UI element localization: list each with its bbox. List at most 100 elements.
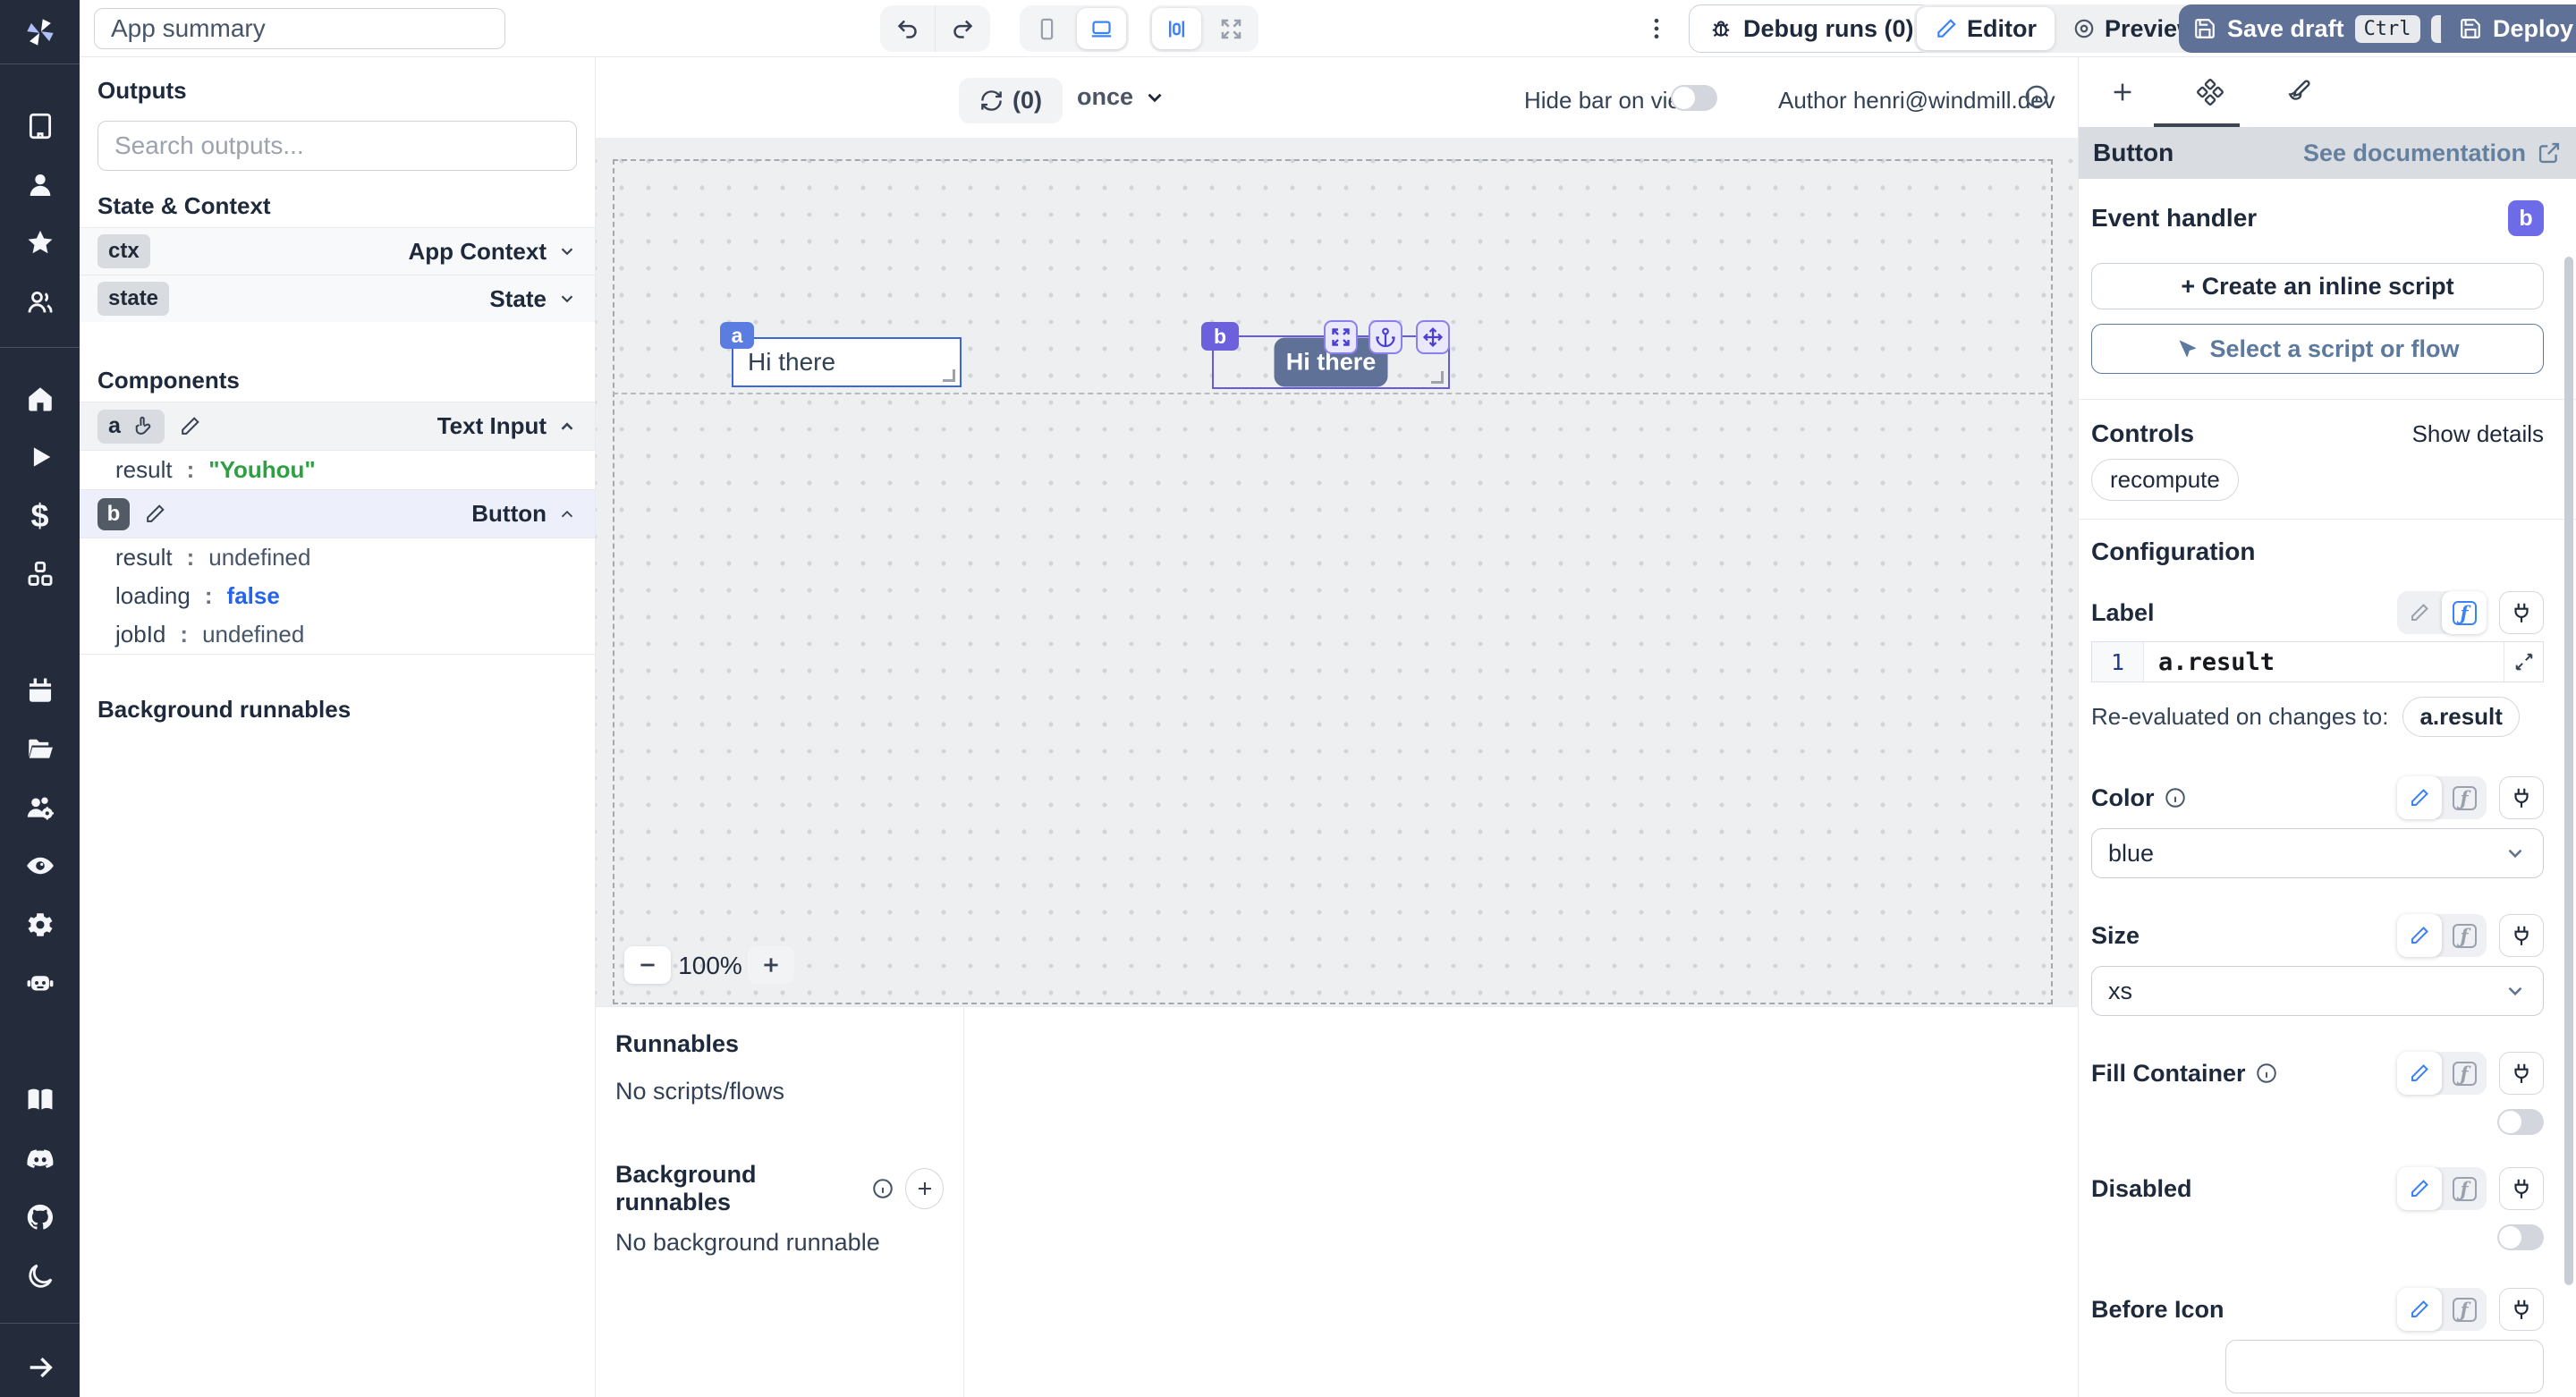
connect-plug-icon[interactable] — [2499, 591, 2544, 634]
anchor-icon[interactable] — [1368, 320, 1402, 354]
connect-plug-icon[interactable] — [2499, 1288, 2544, 1331]
deploy-button[interactable]: Deploy — [2441, 4, 2576, 53]
template-fx-icon[interactable]: ƒ — [2442, 914, 2487, 957]
top-toolbar: Debug runs (0) Editor Preview Save draft… — [80, 0, 2576, 57]
expand-editor-icon[interactable] — [2504, 642, 2543, 682]
see-documentation-link[interactable]: See documentation — [2303, 140, 2562, 167]
connect-plug-icon[interactable] — [2499, 914, 2544, 957]
editor-tab[interactable]: Editor — [1917, 7, 2055, 50]
label-code-value[interactable]: a.result — [2144, 648, 2275, 676]
info-icon[interactable] — [2023, 83, 2050, 110]
select-script-button[interactable]: Select a script or flow — [2091, 324, 2544, 374]
desktop-view-button[interactable] — [1077, 8, 1126, 49]
fullwidth-layout-button[interactable] — [1204, 5, 1258, 52]
fill-container-toggle[interactable] — [2497, 1109, 2544, 1135]
resize-handle[interactable] — [1431, 371, 1444, 384]
chevron-down-icon[interactable] — [557, 289, 577, 309]
label-code-editor[interactable]: 1 a.result — [2091, 641, 2544, 682]
size-select[interactable]: xs — [2091, 966, 2544, 1016]
color-select[interactable]: blue — [2091, 828, 2544, 878]
boxes-icon[interactable] — [0, 546, 80, 605]
resize-handle[interactable] — [943, 369, 955, 382]
show-details-link[interactable]: Show details — [2412, 420, 2544, 448]
refresh-mode-label[interactable]: once — [1077, 83, 1133, 111]
component-settings-tab[interactable] — [2166, 57, 2254, 127]
debug-runs-button[interactable]: Debug runs (0) — [1689, 4, 1935, 53]
center-layout-button[interactable] — [1152, 8, 1201, 49]
component-b-row[interactable]: b Button — [80, 489, 595, 538]
canvas-component-b-badge[interactable]: b — [1201, 322, 1239, 351]
recompute-chip[interactable]: recompute — [2091, 459, 2239, 501]
static-pencil-icon[interactable] — [2397, 1288, 2442, 1331]
workspace-building-icon[interactable] — [0, 97, 80, 156]
template-fx-icon[interactable]: ƒ — [2442, 776, 2487, 819]
mobile-view-button[interactable] — [1020, 5, 1074, 52]
static-pencil-icon[interactable] — [2397, 914, 2442, 957]
github-icon[interactable] — [0, 1189, 80, 1248]
chevron-down-icon[interactable] — [557, 241, 577, 261]
template-fx-icon[interactable]: ƒ — [2442, 1288, 2487, 1331]
edit-pencil-icon[interactable] — [179, 415, 201, 437]
hide-bar-toggle[interactable] — [1671, 85, 1717, 111]
robot-icon[interactable] — [0, 953, 80, 1012]
discord-icon[interactable] — [0, 1130, 80, 1189]
template-fx-icon[interactable]: ƒ — [2442, 1052, 2487, 1095]
zoom-out-button[interactable] — [624, 946, 671, 984]
expand-component-icon[interactable] — [1324, 320, 1358, 354]
users-icon[interactable] — [0, 273, 80, 332]
refresh-button[interactable]: (0) — [959, 78, 1063, 123]
state-row[interactable]: state State — [80, 275, 595, 322]
reeval-dependency-chip[interactable]: a.result — [2402, 697, 2520, 737]
windmill-logo[interactable] — [0, 0, 80, 64]
users-cog-icon[interactable] — [0, 778, 80, 837]
add-component-tab[interactable] — [2079, 57, 2166, 127]
canvas-component-a-badge[interactable]: a — [720, 322, 754, 349]
dollar-icon[interactable]: $ — [0, 487, 80, 546]
expand-sidebar-arrow-icon[interactable] — [0, 1338, 80, 1397]
add-background-runnable-button[interactable] — [905, 1168, 944, 1209]
user-icon[interactable] — [0, 156, 80, 215]
zoom-in-button[interactable] — [748, 946, 794, 984]
component-a-badge[interactable]: a — [97, 409, 165, 444]
folder-open-icon[interactable] — [0, 719, 80, 778]
event-handler-badge[interactable]: b — [2508, 200, 2544, 236]
ctx-row[interactable]: ctx App Context — [80, 227, 595, 275]
save-draft-button[interactable]: Save draft Ctrl S — [2179, 4, 2475, 53]
static-pencil-icon[interactable] — [2397, 776, 2442, 819]
search-outputs-input[interactable] — [97, 121, 577, 171]
static-pencil-icon[interactable] — [2397, 1052, 2442, 1095]
create-inline-script-button[interactable]: + Create an inline script — [2091, 263, 2544, 309]
app-canvas[interactable]: a Hi there b Hi there 100% — [596, 138, 2078, 1006]
static-pencil-icon[interactable] — [2397, 1167, 2442, 1210]
undo-button[interactable] — [880, 5, 935, 52]
move-icon[interactable] — [1416, 320, 1450, 354]
component-a-row[interactable]: a Text Input — [80, 402, 595, 451]
disabled-toggle[interactable] — [2497, 1224, 2544, 1250]
before-icon-input[interactable] — [2225, 1340, 2544, 1393]
template-fx-icon[interactable]: ƒ — [2442, 1167, 2487, 1210]
runs-play-icon[interactable] — [0, 428, 80, 487]
star-icon[interactable] — [0, 214, 80, 273]
docs-book-icon[interactable] — [0, 1071, 80, 1130]
home-icon[interactable] — [0, 369, 80, 428]
gear-icon[interactable] — [0, 895, 80, 954]
more-menu-button[interactable] — [1640, 11, 1673, 47]
scrollbar-thumb[interactable] — [2564, 257, 2573, 1285]
dark-mode-moon-icon[interactable] — [0, 1247, 80, 1306]
chevron-up-icon[interactable] — [557, 417, 577, 436]
app-summary-input[interactable] — [94, 8, 505, 49]
static-pencil-icon[interactable] — [2397, 591, 2442, 634]
prop-value: "Youhou" — [208, 456, 316, 483]
chevron-down-icon[interactable] — [1143, 86, 1166, 109]
redo-button[interactable] — [936, 5, 990, 52]
styling-brush-tab[interactable] — [2254, 57, 2342, 127]
template-fx-icon[interactable]: ƒ — [2442, 591, 2487, 634]
connect-plug-icon[interactable] — [2499, 776, 2544, 819]
canvas-component-a-textinput[interactable]: Hi there — [732, 337, 962, 387]
edit-pencil-icon[interactable] — [144, 503, 166, 525]
chevron-up-icon[interactable] — [557, 504, 577, 524]
connect-plug-icon[interactable] — [2499, 1052, 2544, 1095]
eye-icon[interactable] — [0, 836, 80, 895]
schedules-calendar-icon[interactable] — [0, 661, 80, 720]
connect-plug-icon[interactable] — [2499, 1167, 2544, 1210]
